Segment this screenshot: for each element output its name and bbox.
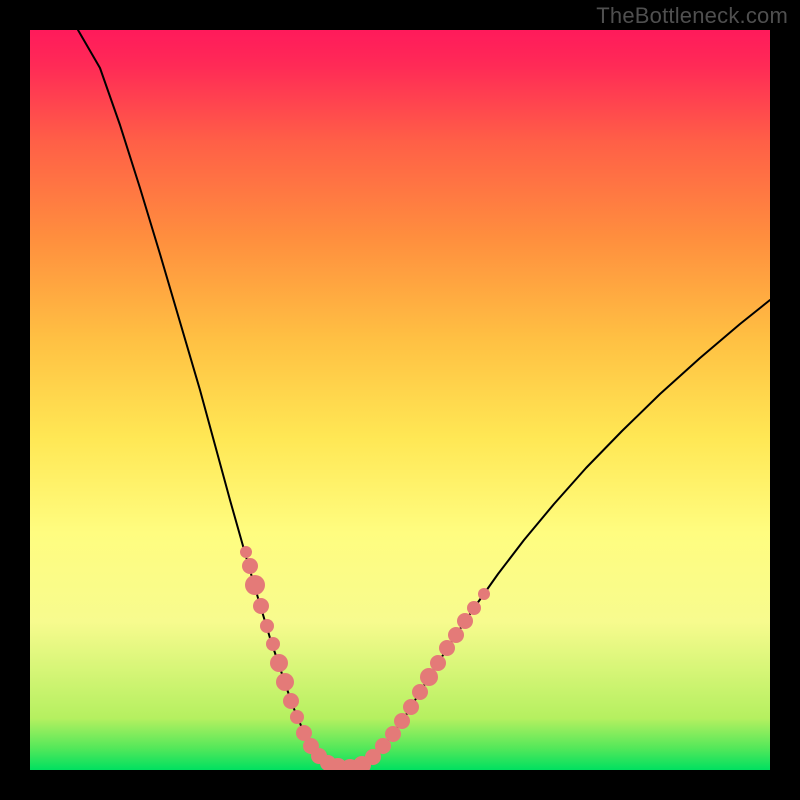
curve-marker	[403, 699, 419, 715]
v-curve-line	[78, 30, 770, 768]
chart-svg	[30, 30, 770, 770]
curve-marker	[478, 588, 490, 600]
curve-marker	[394, 713, 410, 729]
curve-marker	[245, 575, 265, 595]
curve-marker	[253, 598, 269, 614]
curve-marker	[412, 684, 428, 700]
curve-marker	[276, 673, 294, 691]
curve-marker	[439, 640, 455, 656]
curve-markers	[240, 546, 490, 770]
chart-frame: TheBottleneck.com	[0, 0, 800, 800]
plot-area	[30, 30, 770, 770]
curve-marker	[290, 710, 304, 724]
curve-marker	[457, 613, 473, 629]
curve-marker	[283, 693, 299, 709]
curve-marker	[385, 726, 401, 742]
curve-marker	[420, 668, 438, 686]
curve-marker	[270, 654, 288, 672]
curve-marker	[467, 601, 481, 615]
curve-marker	[242, 558, 258, 574]
curve-marker	[448, 627, 464, 643]
curve-marker	[240, 546, 252, 558]
curve-marker	[260, 619, 274, 633]
watermark-label: TheBottleneck.com	[596, 3, 788, 29]
curve-marker	[430, 655, 446, 671]
curve-marker	[266, 637, 280, 651]
